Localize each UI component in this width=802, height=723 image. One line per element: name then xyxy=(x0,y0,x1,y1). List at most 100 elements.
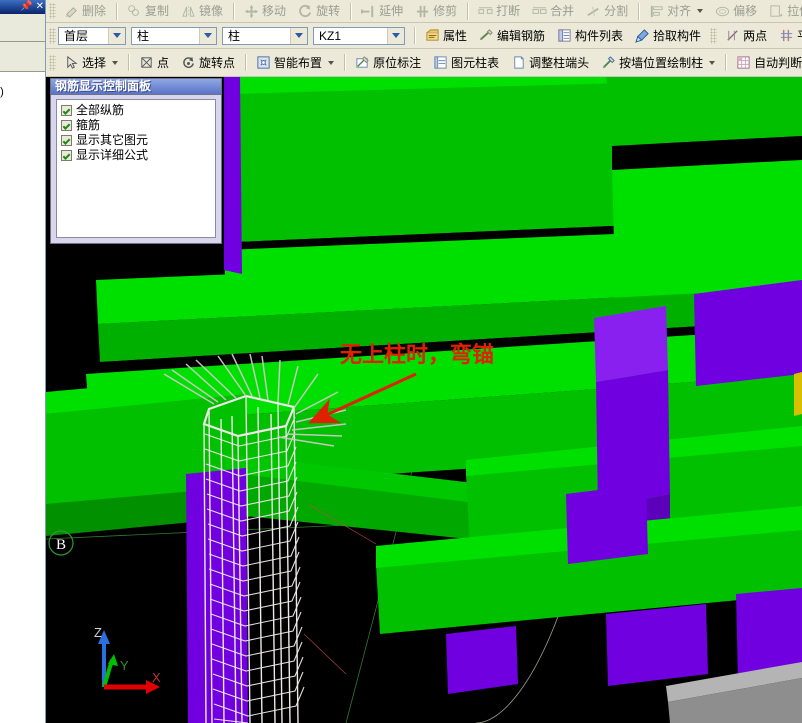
pin-icon[interactable]: 📌 xyxy=(20,2,32,12)
chevron-down-icon[interactable] xyxy=(709,60,716,65)
copy-button[interactable]: 复制 xyxy=(121,0,175,22)
smart-layout-button[interactable]: 智能布置 xyxy=(250,51,340,74)
chevron-down-icon[interactable] xyxy=(387,27,404,44)
member-list-label: 构件列表 xyxy=(575,28,624,43)
axis-x-label: X xyxy=(152,670,161,685)
extend-icon xyxy=(361,5,374,17)
toolbar-grip[interactable] xyxy=(49,54,56,71)
delete-icon xyxy=(65,6,77,18)
rotate-button[interactable]: 旋转 xyxy=(292,0,346,22)
checkbox-show-detailed-formula[interactable] xyxy=(61,149,72,161)
break-button[interactable]: 打断 xyxy=(472,0,526,22)
two-point-label: 两点 xyxy=(743,28,768,43)
property-button[interactable]: 属性 xyxy=(419,24,473,47)
member-list-button[interactable]: 构件列表 xyxy=(551,24,629,47)
edit-rebar-button[interactable]: 编辑钢筋 xyxy=(473,24,551,47)
align-icon xyxy=(651,5,663,17)
offset-icon xyxy=(716,6,730,16)
rotate-point-button[interactable]: 旋转点 xyxy=(175,51,241,74)
delete-label: 删除 xyxy=(82,4,107,18)
left-dock-titlebar: 📌 ✕ xyxy=(0,0,45,14)
draw-by-wall-button[interactable]: 按墙位置绘制柱 xyxy=(595,51,721,74)
pick-member-icon xyxy=(635,29,649,43)
rotate-label: 旋转 xyxy=(316,4,341,18)
mirror-button[interactable]: 镜像 xyxy=(175,0,229,22)
in-place-note-icon xyxy=(356,56,369,68)
adjust-column-end-button[interactable]: 调整柱端头 xyxy=(505,51,595,74)
align-button[interactable]: 对齐 xyxy=(643,0,709,22)
rebar-checkbox-row[interactable]: 显示其它图元 xyxy=(61,133,215,147)
checkbox-label: 全部纵筋 xyxy=(76,102,125,117)
pick-member-button[interactable]: 拾取构件 xyxy=(629,24,707,47)
chevron-down-icon[interactable] xyxy=(199,27,216,44)
checkbox-show-other-elements[interactable] xyxy=(61,134,72,146)
point-tool-button[interactable]: 点 xyxy=(133,51,175,74)
extend-button[interactable]: 延伸 xyxy=(355,0,409,22)
parallel-icon xyxy=(780,29,793,42)
left-dock-clipped-label: 4) xyxy=(0,86,4,98)
split-button[interactable]: 分割 xyxy=(580,0,634,22)
property-label: 属性 xyxy=(443,28,468,43)
checkbox-stirrup[interactable] xyxy=(61,119,72,131)
chevron-down-icon[interactable] xyxy=(290,27,307,44)
axis-y-label: Y xyxy=(120,658,129,673)
toolbar-property: 首层 柱 柱 KZ1 属性 编辑钢筋 构件列表 拾取构件 两点 xyxy=(46,23,802,49)
stretch-button[interactable]: 拉伸 xyxy=(763,0,802,22)
rotate-icon xyxy=(299,4,312,17)
merge-button[interactable]: 合并 xyxy=(526,0,580,22)
rebar-checkbox-row[interactable]: 全部纵筋 xyxy=(61,103,215,117)
toolbar-separator xyxy=(467,2,469,20)
floor-select-value: 首层 xyxy=(64,28,89,43)
point-icon xyxy=(141,57,152,68)
trim-button[interactable]: 修剪 xyxy=(409,0,463,22)
pick-member-label: 拾取构件 xyxy=(653,28,702,43)
rebar-display-control-panel[interactable]: 钢筋显示控制面板 全部纵筋 箍筋 显示其它图元 显示详细公式 xyxy=(50,78,222,244)
member-select[interactable]: KZ1 xyxy=(313,26,405,45)
smart-layout-label: 智能布置 xyxy=(274,55,323,70)
auto-corner-column-button[interactable]: 自动判断边角柱 xyxy=(730,51,802,74)
trim-icon xyxy=(416,5,429,17)
left-dock-field-1[interactable] xyxy=(0,14,45,42)
beam-top-face xyxy=(232,82,658,242)
beam-yellow-edge xyxy=(794,372,802,416)
element-select[interactable]: 柱 xyxy=(222,26,308,45)
axis-marker-b-label: B xyxy=(56,537,66,553)
rebar-checkbox-row[interactable]: 箍筋 xyxy=(61,118,215,132)
checkbox-all-longitudinal[interactable] xyxy=(61,104,72,116)
toolbar-separator xyxy=(128,54,130,71)
toolbar-grip[interactable] xyxy=(49,27,56,44)
left-dock-field-2[interactable] xyxy=(0,42,45,72)
draw-by-wall-icon xyxy=(602,56,615,69)
close-icon[interactable]: ✕ xyxy=(36,2,44,12)
column-purple-2 xyxy=(694,280,802,386)
auto-corner-column-label: 自动判断边角柱 xyxy=(754,55,802,70)
chevron-down-icon[interactable] xyxy=(108,27,125,44)
category-select[interactable]: 柱 xyxy=(131,26,217,45)
floor-select[interactable]: 首层 xyxy=(58,26,126,45)
left-dock-buttons: 📌 ✕ xyxy=(20,0,44,14)
chevron-down-icon[interactable] xyxy=(112,60,119,65)
left-dock-panel: 📌 ✕ 4) xyxy=(0,0,46,723)
toolbar-separator xyxy=(638,2,640,20)
delete-button[interactable]: 删除 xyxy=(58,0,112,22)
select-tool-label: 选择 xyxy=(82,55,107,70)
toolbar-grip[interactable] xyxy=(710,27,718,44)
offset-button[interactable]: 偏移 xyxy=(709,0,763,22)
mirror-label: 镜像 xyxy=(199,4,224,18)
in-place-note-button[interactable]: 原位标注 xyxy=(349,51,427,74)
toolbar-grip[interactable] xyxy=(49,3,56,19)
select-tool-button[interactable]: 选择 xyxy=(58,51,124,74)
checkbox-label: 箍筋 xyxy=(76,117,101,132)
rebar-panel-title: 钢筋显示控制面板 xyxy=(55,79,152,93)
split-icon xyxy=(587,6,599,16)
smart-layout-icon xyxy=(257,56,270,69)
column-table-button[interactable]: 图元柱表 xyxy=(427,51,505,74)
rebar-checkbox-row[interactable]: 显示详细公式 xyxy=(61,148,215,162)
offset-label: 偏移 xyxy=(733,4,758,18)
two-point-button[interactable]: 两点 xyxy=(719,24,773,47)
chevron-down-icon[interactable] xyxy=(328,60,335,65)
element-select-value: 柱 xyxy=(228,28,241,43)
chevron-down-icon[interactable] xyxy=(697,9,704,13)
parallel-button[interactable]: 平行 xyxy=(773,24,802,47)
move-button[interactable]: 移动 xyxy=(238,0,292,22)
